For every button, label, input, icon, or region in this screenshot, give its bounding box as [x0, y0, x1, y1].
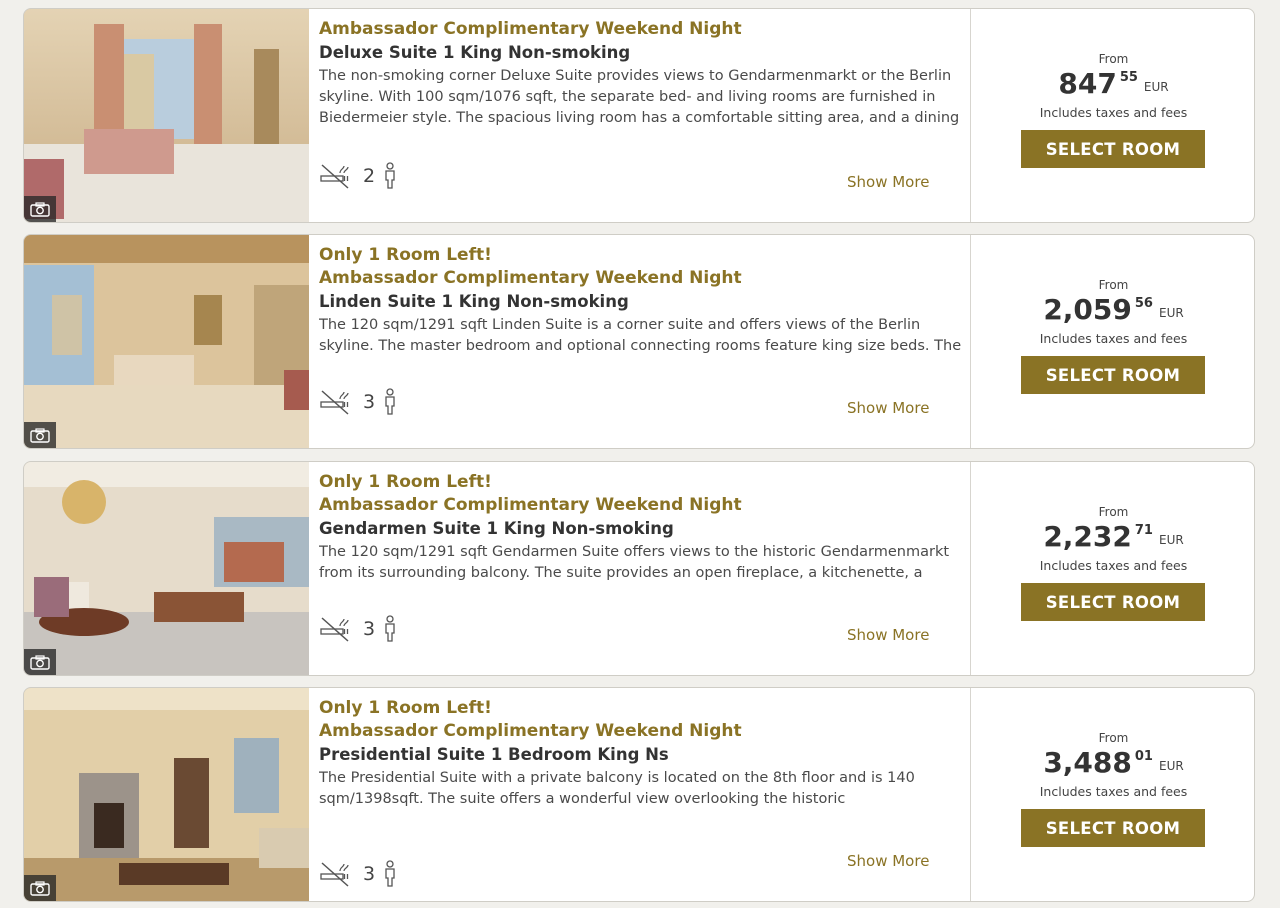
price-currency: EUR [1143, 80, 1169, 94]
room-name: Presidential Suite 1 Bedroom King Ns [319, 745, 669, 764]
show-more-link[interactable]: Show More [847, 852, 929, 870]
room-photo[interactable] [24, 9, 309, 222]
room-card: Ambassador Complimentary Weekend Night D… [23, 8, 1255, 223]
show-more-link[interactable]: Show More [847, 626, 929, 644]
room-name: Linden Suite 1 King Non-smoking [319, 292, 629, 311]
room-photo[interactable] [24, 688, 309, 901]
no-smoking-icon [320, 862, 349, 887]
from-label: From [1098, 731, 1129, 745]
room-info: Only 1 Room Left! Ambassador Complimenta… [319, 235, 969, 448]
taxes-note: Includes taxes and fees [1039, 331, 1188, 346]
room-photo[interactable] [24, 235, 309, 448]
price-amount: 2,059 [1043, 293, 1132, 326]
price-cents: 56 [1134, 296, 1153, 311]
price-amount: 847 [1058, 67, 1117, 100]
rate-name: Ambassador Complimentary Weekend Night [319, 721, 742, 741]
price-currency: EUR [1158, 306, 1184, 320]
price: 3,488 01 EUR [971, 746, 1254, 780]
select-room-button[interactable]: SELECT ROOM [1021, 583, 1205, 621]
room-features: 2 [319, 161, 397, 191]
occupancy-count: 3 [363, 863, 376, 885]
price-panel: From 847 55 EUR Includes taxes and fees … [971, 9, 1254, 222]
no-smoking-icon [320, 390, 349, 415]
from-label: From [1098, 278, 1129, 292]
room-alert: Only 1 Room Left! [319, 698, 492, 718]
rate-name: Ambassador Complimentary Weekend Night [319, 268, 742, 288]
room-description: The non-smoking corner Deluxe Suite prov… [319, 68, 960, 126]
room-features: 3 [319, 387, 397, 417]
price-cents: 55 [1119, 70, 1138, 85]
price: 847 55 EUR [971, 67, 1254, 101]
price-panel: From 3,488 01 EUR Includes taxes and fee… [971, 688, 1254, 901]
select-room-button[interactable]: SELECT ROOM [1021, 130, 1205, 168]
person-icon [385, 162, 395, 189]
occupancy-count: 3 [363, 618, 376, 640]
occupancy-count: 3 [363, 391, 376, 413]
price-amount: 3,488 [1043, 746, 1132, 779]
person-icon [385, 615, 395, 642]
room-name: Deluxe Suite 1 King Non-smoking [319, 43, 631, 62]
price-panel: From 2,059 56 EUR Includes taxes and fee… [971, 235, 1254, 448]
camera-icon[interactable] [24, 649, 56, 675]
select-room-button[interactable]: SELECT ROOM [1021, 809, 1205, 847]
price-cents: 71 [1134, 523, 1153, 538]
room-description: The 120 sqm/1291 sqft Gendarmen Suite of… [319, 544, 950, 581]
taxes-note: Includes taxes and fees [1039, 784, 1188, 799]
room-description: The 120 sqm/1291 sqft Linden Suite is a … [319, 317, 962, 354]
camera-icon[interactable] [24, 196, 56, 222]
taxes-note: Includes taxes and fees [1039, 105, 1188, 120]
room-card: Only 1 Room Left! Ambassador Complimenta… [23, 234, 1255, 449]
room-card: Only 1 Room Left! Ambassador Complimenta… [23, 687, 1255, 902]
room-photo[interactable] [24, 462, 309, 675]
room-info: Ambassador Complimentary Weekend Night D… [319, 9, 969, 222]
room-info: Only 1 Room Left! Ambassador Complimenta… [319, 462, 969, 675]
occupancy-count: 2 [363, 165, 376, 187]
price: 2,059 56 EUR [971, 293, 1254, 327]
select-room-button[interactable]: SELECT ROOM [1021, 356, 1205, 394]
taxes-note: Includes taxes and fees [1039, 558, 1188, 573]
person-icon [385, 860, 395, 887]
camera-icon[interactable] [24, 422, 56, 448]
price-amount: 2,232 [1043, 520, 1132, 553]
rate-name: Ambassador Complimentary Weekend Night [319, 495, 742, 515]
price-currency: EUR [1158, 533, 1184, 547]
room-description: The Presidential Suite with a private ba… [319, 770, 915, 807]
person-icon [385, 388, 395, 415]
price-panel: From 2,232 71 EUR Includes taxes and fee… [971, 462, 1254, 675]
room-info: Only 1 Room Left! Ambassador Complimenta… [319, 688, 969, 901]
show-more-link[interactable]: Show More [847, 399, 929, 417]
price-currency: EUR [1158, 759, 1184, 773]
price-cents: 01 [1134, 749, 1153, 764]
room-features: 3 [319, 859, 397, 889]
no-smoking-icon [320, 617, 349, 642]
camera-icon[interactable] [24, 875, 56, 901]
room-name: Gendarmen Suite 1 King Non-smoking [319, 519, 674, 538]
from-label: From [1098, 505, 1129, 519]
room-card: Only 1 Room Left! Ambassador Complimenta… [23, 461, 1255, 676]
no-smoking-icon [320, 164, 349, 189]
show-more-link[interactable]: Show More [847, 173, 929, 191]
room-alert: Only 1 Room Left! [319, 245, 492, 265]
room-alert: Only 1 Room Left! [319, 472, 492, 492]
from-label: From [1098, 52, 1129, 66]
rate-name: Ambassador Complimentary Weekend Night [319, 19, 742, 39]
room-features: 3 [319, 614, 397, 644]
price: 2,232 71 EUR [971, 520, 1254, 554]
